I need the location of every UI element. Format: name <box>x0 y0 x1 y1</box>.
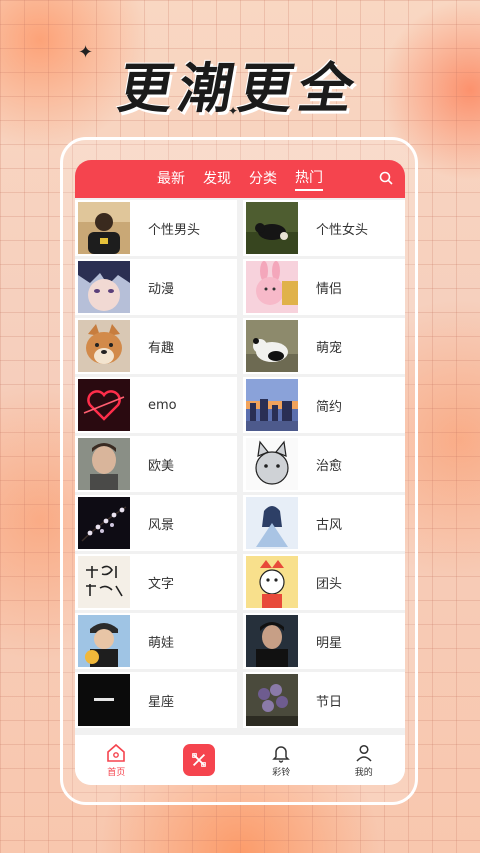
flower-branch-thumbnail <box>78 497 130 549</box>
city-sunset-thumbnail <box>246 379 298 431</box>
nav-ringtone-label: 彩铃 <box>272 767 291 778</box>
handwriting-text-thumbnail <box>78 556 130 608</box>
category-label: emo <box>148 397 177 413</box>
category-row: 欧美 治愈 <box>75 436 405 492</box>
category-label: 治愈 <box>316 458 343 474</box>
category-item[interactable]: 星座 <box>75 672 237 728</box>
dog-on-grass-thumbnail <box>246 202 298 254</box>
user-icon <box>356 744 372 762</box>
category-item[interactable]: 动漫 <box>75 259 237 315</box>
celebrity-thumbnail <box>246 615 298 667</box>
category-row: 有趣 萌宠 <box>75 318 405 374</box>
category-item[interactable]: 个性男头 <box>75 200 237 256</box>
category-label: 风景 <box>148 517 175 533</box>
bunny-cartoon-thumbnail <box>246 261 298 313</box>
category-label: 古风 <box>316 517 343 533</box>
bouquet-thumbnail <box>246 674 298 726</box>
category-label: 动漫 <box>148 281 175 297</box>
category-item[interactable]: 萌宠 <box>243 318 405 374</box>
category-row: 文字 团头 <box>75 554 405 610</box>
nav-tools[interactable] <box>169 744 229 776</box>
category-item[interactable]: 有趣 <box>75 318 237 374</box>
panda-thumbnail <box>246 320 298 372</box>
category-label: 文字 <box>148 576 175 592</box>
bell-icon <box>272 745 291 763</box>
category-item[interactable]: 明星 <box>243 613 405 669</box>
category-row: 星座 节日 <box>75 672 405 728</box>
category-label: 节日 <box>316 694 343 710</box>
category-row: 萌娃 明星 <box>75 613 405 669</box>
category-item[interactable]: 简约 <box>243 377 405 433</box>
anime-boy-thumbnail <box>78 261 130 313</box>
category-label: 团头 <box>316 576 343 592</box>
category-row: 个性男头 个性女头 <box>75 200 405 256</box>
category-row: 风景 古风 <box>75 495 405 551</box>
top-tab-bar: 最新 发现 分类 热门 <box>75 160 405 198</box>
category-row: emo 简约 <box>75 377 405 433</box>
man-portrait-thumbnail <box>78 202 130 254</box>
category-list: 个性男头 个性女头 动漫 情侣 有趣 萌宠 emo 简约 欧美 治愈 风景 古风… <box>75 200 405 731</box>
tab-discover[interactable]: 发现 <box>203 168 231 190</box>
category-label: 萌娃 <box>148 635 175 651</box>
nav-ringtone[interactable]: 彩铃 <box>251 743 311 778</box>
kid-with-ball-thumbnail <box>78 615 130 667</box>
tab-category[interactable]: 分类 <box>249 168 277 190</box>
category-row: 动漫 情侣 <box>75 259 405 315</box>
category-item[interactable]: emo <box>75 377 237 433</box>
hero-banner: 更潮更全 <box>0 44 480 124</box>
nav-home-label: 首页 <box>107 767 126 778</box>
dark-text-thumbnail <box>78 674 130 726</box>
category-item[interactable]: 文字 <box>75 554 237 610</box>
search-icon[interactable] <box>379 171 393 185</box>
hero-title: 更潮更全 <box>113 57 365 120</box>
category-label: 欧美 <box>148 458 175 474</box>
category-label: 简约 <box>316 399 343 415</box>
western-man-thumbnail <box>78 438 130 490</box>
cartoon-group-thumbnail <box>246 556 298 608</box>
category-item[interactable]: 萌娃 <box>75 613 237 669</box>
category-item[interactable]: 欧美 <box>75 436 237 492</box>
bottom-nav-bar: 首页 彩铃 我的 <box>75 735 405 785</box>
category-item[interactable]: 古风 <box>243 495 405 551</box>
category-label: 个性女头 <box>316 222 369 238</box>
cartoon-cat-thumbnail <box>246 438 298 490</box>
category-item[interactable]: 治愈 <box>243 436 405 492</box>
nav-profile-label: 我的 <box>354 767 373 778</box>
category-item[interactable]: 团头 <box>243 554 405 610</box>
ancient-style-thumbnail <box>246 497 298 549</box>
nav-profile[interactable]: 我的 <box>334 743 394 778</box>
category-item[interactable]: 个性女头 <box>243 200 405 256</box>
category-label: 有趣 <box>148 340 175 356</box>
shiba-dog-thumbnail <box>78 320 130 372</box>
category-item[interactable]: 情侣 <box>243 259 405 315</box>
category-label: 星座 <box>148 694 175 710</box>
category-label: 明星 <box>316 635 343 651</box>
home-icon <box>107 743 126 762</box>
neon-heart-thumbnail <box>78 379 130 431</box>
category-label: 个性男头 <box>148 222 201 238</box>
category-item[interactable]: 风景 <box>75 495 237 551</box>
nav-home[interactable]: 首页 <box>86 743 146 778</box>
tools-button[interactable] <box>182 744 215 776</box>
tools-icon <box>191 753 206 767</box>
category-label: 情侣 <box>316 281 343 297</box>
category-item[interactable]: 节日 <box>243 672 405 728</box>
tab-latest[interactable]: 最新 <box>157 168 185 190</box>
tab-hot[interactable]: 热门 <box>295 167 323 191</box>
app-screen: 最新 发现 分类 热门 个性男头 个性女头 动漫 情侣 有趣 萌宠 emo 简约… <box>75 160 405 785</box>
category-label: 萌宠 <box>316 340 343 356</box>
